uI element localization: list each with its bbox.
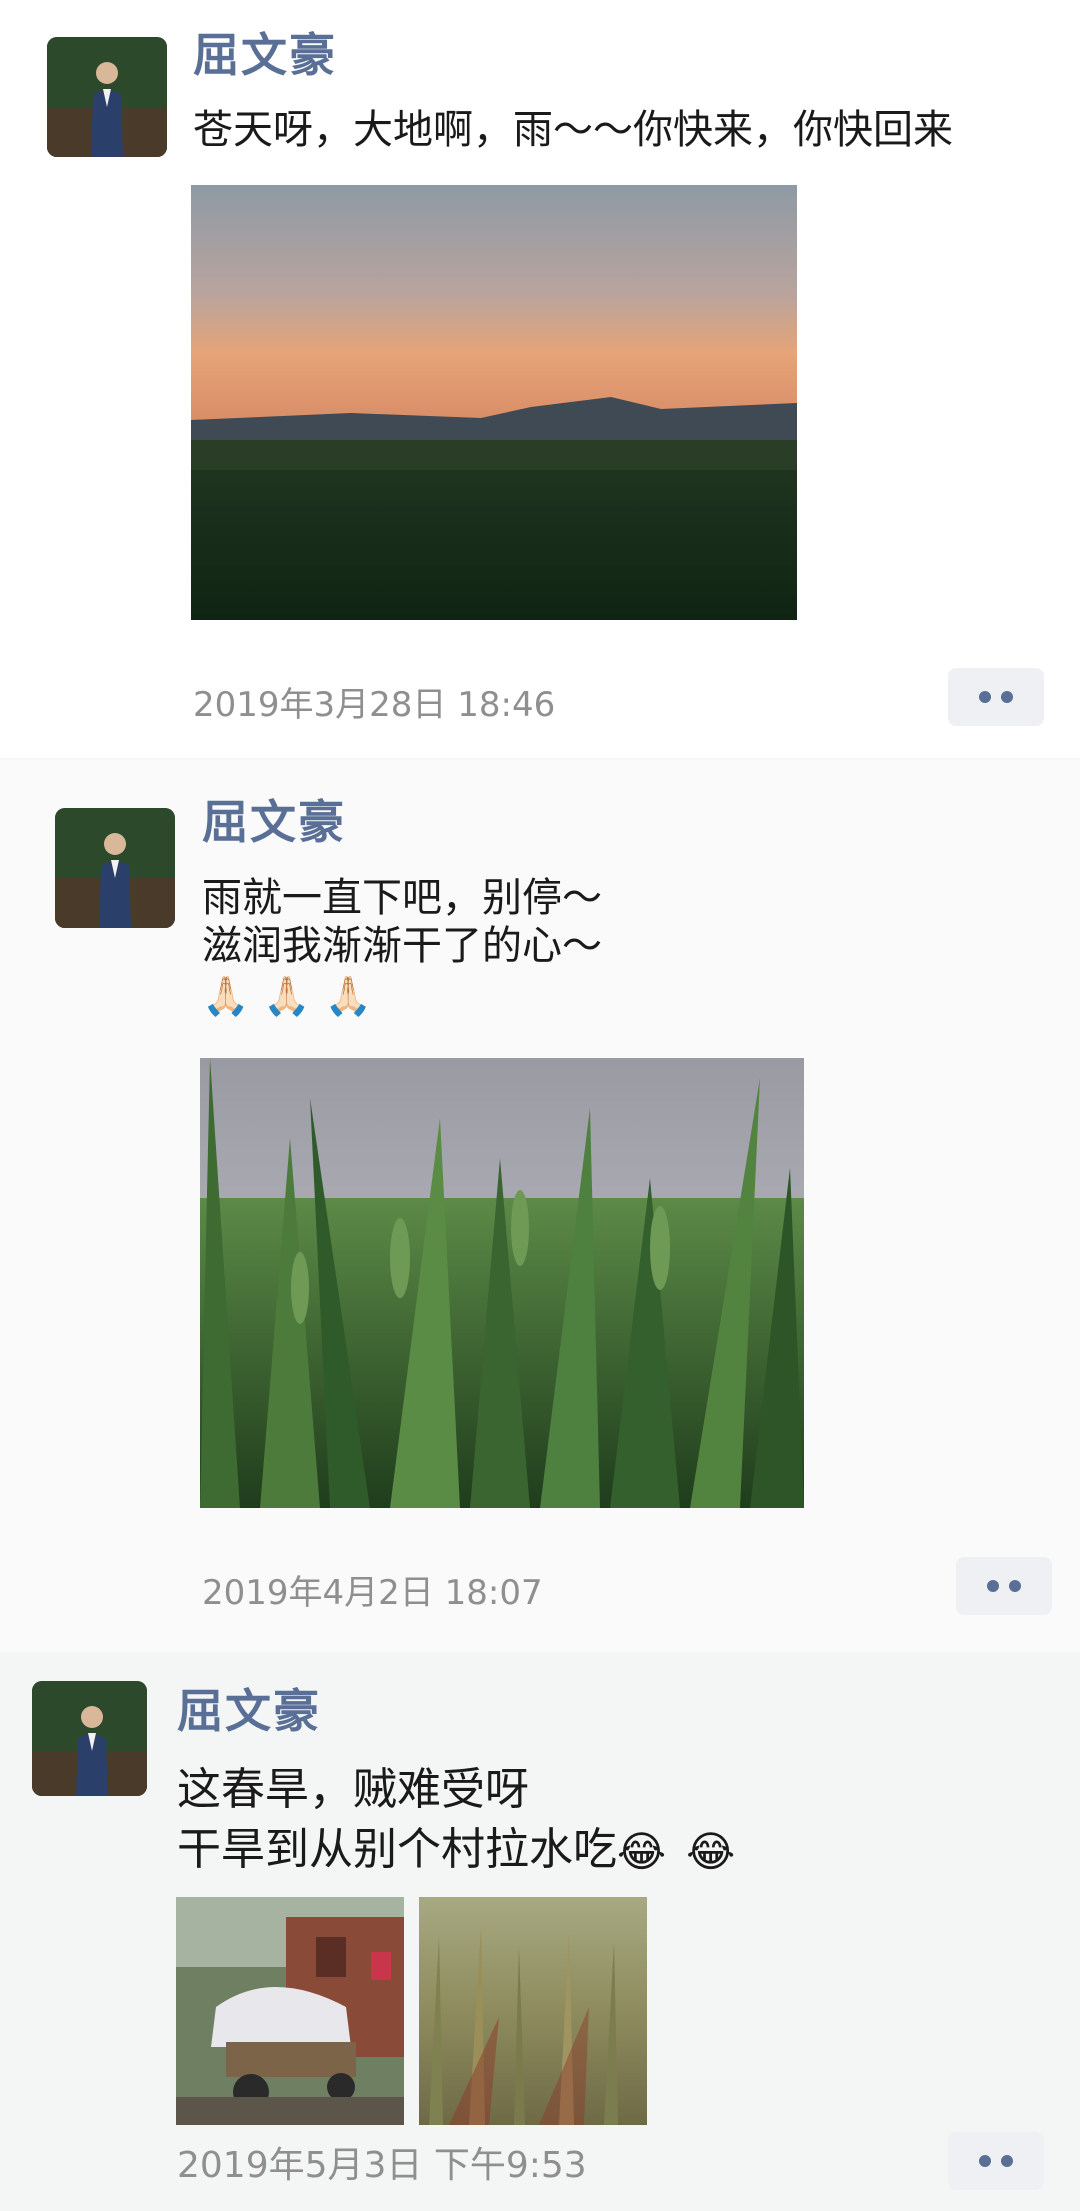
more-dots-icon: [1009, 1580, 1021, 1592]
post-photo[interactable]: [419, 1897, 647, 2125]
avatar-portrait-icon: [55, 808, 175, 928]
emoji-row: 🙏🏻 🙏🏻 🙏🏻: [202, 970, 602, 1020]
author-name[interactable]: 屈文豪: [177, 1683, 321, 1739]
dry-wheat-photo-icon: [419, 1897, 647, 2125]
post-text: 这春旱，贼难受呀 干旱到从别个村拉水吃😂 😂: [177, 1760, 749, 1880]
post-photo[interactable]: [191, 185, 797, 620]
avatar-portrait-icon: [47, 37, 167, 157]
water-tractor-photo-icon: [176, 1897, 404, 2125]
more-dots-icon: [979, 2155, 991, 2167]
post-timestamp: 2019年5月3日 下午9:53: [177, 2145, 587, 2186]
folded-hands-emoji: 🙏🏻: [263, 974, 311, 1018]
more-button[interactable]: [948, 668, 1044, 726]
avatar[interactable]: [32, 1681, 147, 1796]
post-text: 雨就一直下吧，别停～ 滋润我渐渐干了的心～ 🙏🏻 🙏🏻 🙏🏻: [202, 874, 602, 1020]
avatar[interactable]: [55, 808, 175, 928]
avatar[interactable]: [47, 37, 167, 157]
moment-post: 屈文豪 这春旱，贼难受呀 干旱到从别个村拉水吃😂 😂 2019年5月3日 下午9…: [0, 1652, 1080, 2211]
more-dots-icon: [979, 691, 991, 703]
post-timestamp: 2019年4月2日 18:07: [202, 1573, 543, 1613]
more-button[interactable]: [956, 1557, 1052, 1615]
post-photo[interactable]: [176, 1897, 404, 2125]
moment-post: 屈文豪 苍天呀，大地啊，雨～～你快来，你快回来 2019年3月28日 18:46: [0, 0, 1080, 758]
author-name[interactable]: 屈文豪: [193, 27, 337, 83]
author-name[interactable]: 屈文豪: [202, 794, 346, 850]
post-text-line: 这春旱，贼难受呀: [177, 1764, 529, 1815]
tears-of-joy-emoji: 😂: [686, 1827, 736, 1876]
moment-post: 屈文豪 雨就一直下吧，别停～ 滋润我渐渐干了的心～ 🙏🏻 🙏🏻 🙏🏻 2019年…: [0, 760, 1080, 1652]
post-text: 苍天呀，大地啊，雨～～你快来，你快回来: [193, 106, 953, 154]
post-text-line: 苍天呀，大地啊，雨～～你快来，你快回来: [193, 107, 953, 153]
more-dots-icon: [1001, 691, 1013, 703]
moments-feed: 屈文豪 苍天呀，大地啊，雨～～你快来，你快回来 2019年3月28日 18:46…: [0, 0, 1080, 2211]
post-text-line: 雨就一直下吧，别停～: [202, 875, 602, 921]
post-timestamp: 2019年3月28日 18:46: [193, 685, 556, 725]
folded-hands-emoji: 🙏🏻: [202, 974, 250, 1018]
sunset-field-photo-icon: [191, 185, 797, 620]
post-text-line-content: 干旱到从别个村拉水吃: [177, 1824, 617, 1875]
post-text-line: 干旱到从别个村拉水吃😂 😂: [177, 1820, 749, 1880]
post-photo[interactable]: [200, 1058, 804, 1508]
tears-of-joy-emoji: 😂: [617, 1827, 667, 1876]
avatar-portrait-icon: [32, 1681, 147, 1796]
more-button[interactable]: [948, 2132, 1044, 2190]
more-dots-icon: [987, 1580, 999, 1592]
folded-hands-emoji: 🙏🏻: [324, 974, 372, 1018]
wheat-closeup-photo-icon: [200, 1058, 804, 1508]
post-text-line: 滋润我渐渐干了的心～: [202, 923, 602, 969]
more-dots-icon: [1001, 2155, 1013, 2167]
